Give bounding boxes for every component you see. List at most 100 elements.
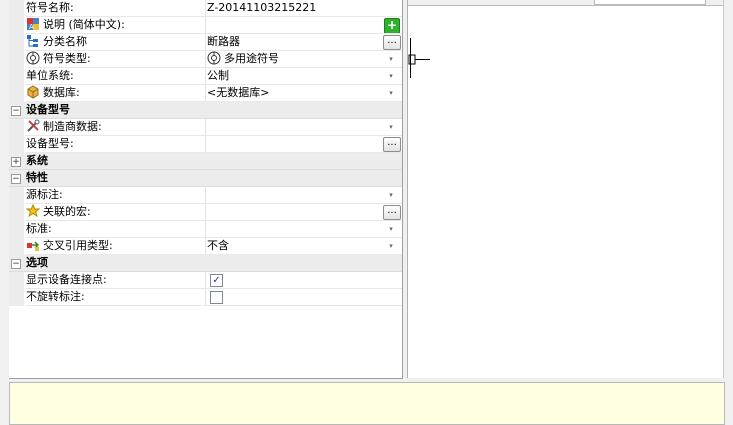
row-gutter — [9, 238, 24, 255]
expand-icon[interactable]: + — [11, 157, 21, 167]
row-gutter — [9, 272, 24, 289]
property-row[interactable]: 源标注: ▾ — [9, 187, 402, 204]
row-gutter — [9, 289, 24, 306]
row-gutter — [9, 0, 24, 17]
column-divider[interactable] — [205, 204, 206, 221]
chevron-down-icon[interactable]: ▾ — [384, 86, 398, 100]
browse-button[interactable]: ... — [383, 137, 401, 152]
property-value[interactable] — [207, 119, 383, 135]
property-value[interactable]: 不含 — [207, 238, 383, 254]
row-gutter — [9, 85, 24, 102]
symbol-drawing — [408, 38, 430, 78]
row-gutter — [9, 51, 24, 68]
column-divider[interactable] — [205, 272, 206, 289]
category-row[interactable]: − 设备型号 — [9, 102, 402, 119]
property-row[interactable]: 设备型号:... — [9, 136, 402, 153]
property-value[interactable] — [207, 204, 383, 220]
chevron-down-icon[interactable]: ▾ — [384, 52, 398, 66]
property-label-text: 交叉引用类型: — [43, 239, 113, 252]
symbol-type-icon — [26, 51, 40, 65]
property-value[interactable]: Z-20141103215221 — [207, 0, 383, 16]
property-row[interactable]: 标准: ▾ — [9, 221, 402, 238]
collapse-icon[interactable]: − — [11, 174, 21, 184]
property-label: 关联的宏: — [26, 204, 206, 220]
property-label-text: 源标注: — [26, 188, 63, 201]
option-checkbox[interactable] — [210, 291, 223, 304]
svg-text:A: A — [29, 23, 34, 31]
property-row[interactable]: A 说明 (简体中文): + — [9, 17, 402, 34]
column-divider[interactable] — [205, 51, 206, 68]
category-row[interactable]: − 特性 — [9, 170, 402, 187]
property-value[interactable] — [207, 221, 383, 237]
property-row[interactable]: 制造商数据: ▾ — [9, 119, 402, 136]
column-divider[interactable] — [205, 119, 206, 136]
category-row[interactable]: − 选项 — [9, 255, 402, 272]
property-value-text: 公制 — [207, 69, 229, 82]
property-value-text: 断路器 — [207, 35, 240, 48]
row-divider — [26, 305, 402, 306]
symbol-preview-pane[interactable] — [407, 0, 724, 378]
property-label: 单位系统: — [26, 68, 206, 84]
property-label: 分类名称 — [26, 34, 206, 50]
property-row[interactable]: 交叉引用类型: 不含 ▾ — [9, 238, 402, 255]
add-button[interactable]: + — [384, 18, 400, 34]
property-value[interactable] — [207, 17, 383, 33]
property-label-text: 说明 (简体中文): — [43, 18, 125, 31]
right-edge-strip — [723, 0, 733, 378]
property-label: 标准: — [26, 221, 206, 237]
collapse-icon[interactable]: − — [11, 259, 21, 269]
chevron-down-icon[interactable]: ▾ — [384, 120, 398, 134]
category-label: 设备型号 — [26, 103, 70, 116]
chevron-down-icon[interactable]: ▾ — [384, 188, 398, 202]
property-row[interactable]: 关联的宏:... — [9, 204, 402, 221]
property-label-text: 制造商数据: — [43, 120, 102, 133]
column-divider[interactable] — [205, 221, 206, 238]
chevron-down-icon[interactable]: ▾ — [384, 222, 398, 236]
property-label: 制造商数据: — [26, 119, 206, 135]
browse-button[interactable]: ... — [383, 205, 401, 220]
option-checkbox[interactable]: ✓ — [210, 274, 223, 287]
property-label-text: 不旋转标注: — [26, 290, 85, 303]
property-row[interactable]: 分类名称 断路器... — [9, 34, 402, 51]
property-row[interactable]: 显示设备连接点: ✓ — [9, 272, 402, 289]
column-divider[interactable] — [205, 136, 206, 153]
preview-toolbar-tab[interactable] — [594, 0, 706, 5]
property-label: 数据库: — [26, 85, 206, 101]
row-gutter — [9, 187, 24, 204]
property-value[interactable] — [207, 187, 383, 203]
property-row[interactable]: 符号名称: Z-20141103215221 — [9, 0, 402, 17]
property-value-text: 多用途符号 — [224, 52, 279, 65]
column-divider[interactable] — [205, 187, 206, 204]
row-gutter — [9, 68, 24, 85]
property-label: 设备型号: — [26, 136, 206, 152]
column-divider[interactable] — [205, 68, 206, 85]
property-value[interactable] — [207, 136, 383, 152]
property-label-text: 单位系统: — [26, 69, 74, 82]
chevron-down-icon[interactable]: ▾ — [384, 69, 398, 83]
property-grid[interactable]: 符号名称: Z-20141103215221 A 说明 (简体中文): + 分类名称 断路器… — [9, 0, 403, 379]
column-divider[interactable] — [205, 0, 206, 17]
property-row[interactable]: 不旋转标注: — [9, 289, 402, 306]
column-divider[interactable] — [205, 34, 206, 51]
column-divider[interactable] — [205, 17, 206, 34]
column-divider[interactable] — [205, 238, 206, 255]
property-row[interactable]: 数据库: <无数据库> ▾ — [9, 85, 402, 102]
property-label-text: 符号名称: — [26, 1, 74, 14]
column-divider[interactable] — [205, 85, 206, 102]
property-value[interactable]: 公制 — [207, 68, 383, 84]
property-label: 显示设备连接点: — [26, 272, 206, 288]
property-row[interactable]: 单位系统: 公制 ▾ — [9, 68, 402, 85]
property-label-text: 显示设备连接点: — [26, 273, 107, 286]
collapse-icon[interactable]: − — [11, 106, 21, 116]
column-divider[interactable] — [205, 289, 206, 306]
tree-hierarchy-icon — [26, 34, 40, 48]
chevron-down-icon[interactable]: ▾ — [384, 239, 398, 253]
property-row[interactable]: 符号类型: 多用途符号 ▾ — [9, 51, 402, 68]
property-value[interactable]: 断路器 — [207, 34, 383, 50]
property-label-text: 分类名称 — [43, 35, 87, 48]
category-row[interactable]: + 系统 — [9, 153, 402, 170]
row-gutter — [9, 204, 24, 221]
property-value[interactable]: 多用途符号 — [207, 51, 383, 67]
browse-button[interactable]: ... — [383, 35, 401, 50]
property-value[interactable]: <无数据库> — [207, 85, 383, 101]
